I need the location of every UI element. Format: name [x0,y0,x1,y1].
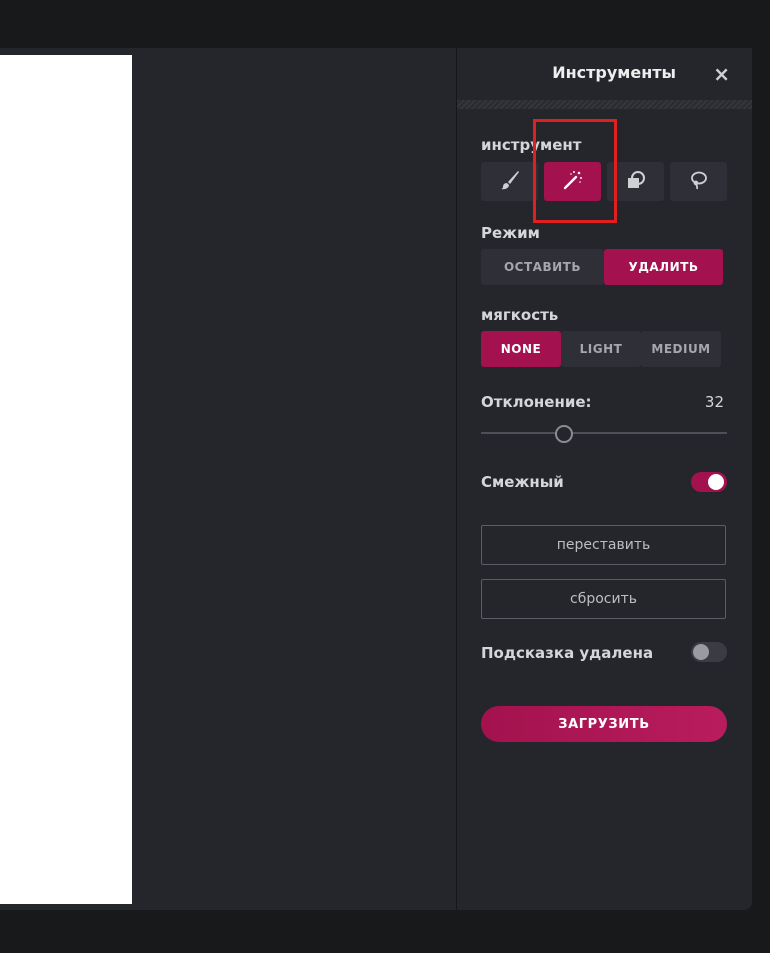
toggle-knob [693,644,709,660]
tool-magic-wand-button[interactable] [544,162,601,201]
tool-brush-button[interactable] [481,162,538,201]
softness-none-option[interactable]: NONE [481,331,561,367]
contiguous-label: Смежный [481,473,564,491]
tool-label: инструмент [481,136,582,154]
brush-icon [498,168,522,196]
mode-delete-option[interactable]: УДАЛИТЬ [604,249,723,285]
softness-light-option[interactable]: LIGHT [561,331,641,367]
rearrange-button[interactable]: переставить [481,525,726,565]
softness-toggle: NONE LIGHT MEDIUM [481,331,721,367]
hint-toggle[interactable] [691,642,727,662]
lasso-icon [687,168,711,196]
tool-lasso-button[interactable] [670,162,727,201]
hint-label: Подсказка удалена [481,644,654,662]
tool-shape-button[interactable] [607,162,664,201]
deviation-value: 32 [704,393,724,411]
panel-title: Инструменты [552,63,676,82]
shape-icon [624,168,648,196]
magic-wand-icon [561,168,585,196]
upload-button[interactable]: ЗАГРУЗИТЬ [481,706,727,742]
softness-label: мягкость [481,306,559,324]
reset-button[interactable]: сбросить [481,579,726,619]
image-canvas[interactable] [0,55,132,904]
deviation-slider-thumb[interactable] [555,425,573,443]
toggle-knob [708,474,724,490]
panel-header: Инструменты × [457,48,752,100]
mode-toggle: ОСТАВИТЬ УДАЛИТЬ [481,249,723,285]
header-divider [457,100,752,109]
tools-panel: Инструменты × инструмент Режим ОСТАВИТЬ … [456,48,752,910]
close-icon[interactable]: × [713,62,730,86]
tool-selector [481,162,727,201]
softness-medium-option[interactable]: MEDIUM [641,331,721,367]
deviation-label: Отклонение: [481,393,592,411]
mode-label: Режим [481,224,540,242]
mode-keep-option[interactable]: ОСТАВИТЬ [481,249,604,285]
contiguous-toggle[interactable] [691,472,727,492]
deviation-slider-track[interactable] [481,432,727,434]
